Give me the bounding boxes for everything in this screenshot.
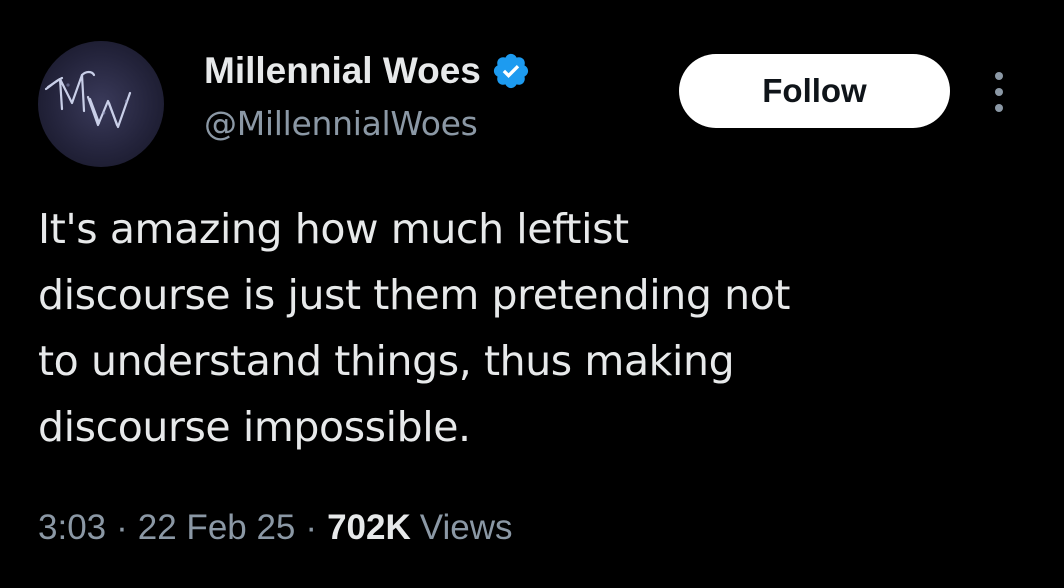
tweet-text: It's amazing how much leftist discourse … [38, 196, 1028, 460]
meta-separator: · [305, 508, 318, 547]
tweet-text-line: discourse impossible. [38, 403, 471, 451]
verified-badge-icon [493, 53, 528, 89]
author-handle[interactable]: @MillennialWoes [204, 104, 478, 143]
avatar[interactable] [38, 41, 164, 167]
meta-separator: · [116, 508, 128, 547]
avatar-monogram-logo [44, 70, 132, 129]
tweet-text-line: discourse is just them pretending not [38, 271, 791, 319]
author-display-name[interactable]: Millennial Woes [204, 50, 481, 92]
more-dot [995, 72, 1003, 80]
tweet-text-line: It's amazing how much leftist [38, 205, 629, 253]
tweet-date[interactable]: 22 Feb 25 [138, 508, 296, 548]
views-count[interactable]: 702K [327, 508, 411, 548]
follow-button[interactable]: Follow [679, 54, 950, 128]
more-vertical-icon[interactable] [986, 70, 1014, 114]
views-label[interactable]: Views [420, 508, 513, 548]
more-dot [995, 88, 1003, 96]
more-dot [995, 104, 1003, 112]
tweet-meta: 3:03 · 22 Feb 25 · 702K Views [38, 508, 512, 548]
author-name-row: Millennial Woes [204, 47, 531, 95]
tweet-text-line: to understand things, thus making [38, 337, 735, 385]
tweet-time[interactable]: 3:03 [38, 508, 106, 548]
